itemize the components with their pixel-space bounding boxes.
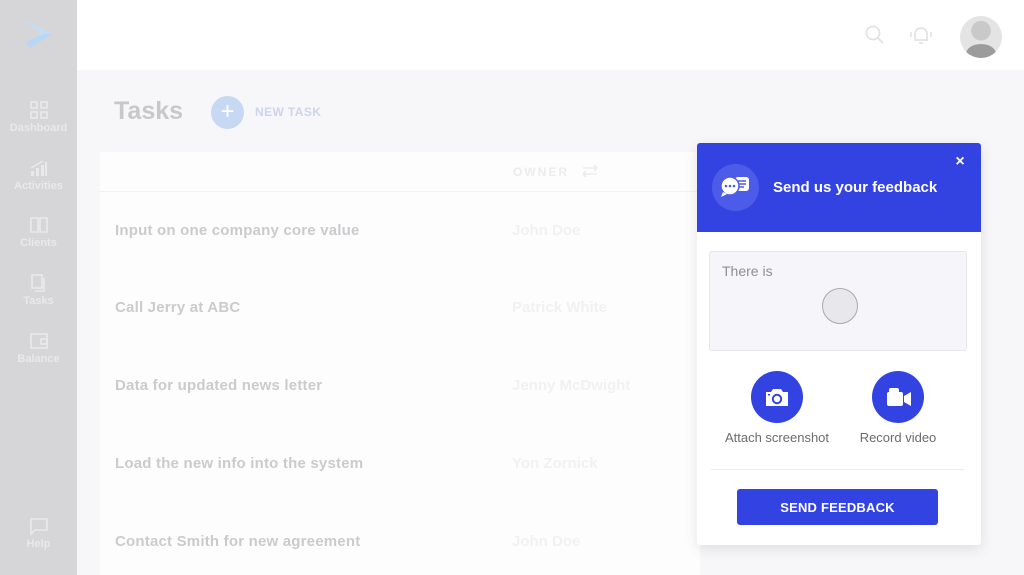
plus-icon: +: [220, 98, 235, 125]
chat-bubbles-icon: [720, 176, 749, 197]
sidebar-item-label: Help: [26, 538, 51, 550]
feedback-textarea[interactable]: There is: [709, 251, 967, 351]
video-camera-icon: [887, 388, 911, 406]
camera-icon: [766, 389, 788, 406]
new-task-label[interactable]: NEW TASK: [255, 105, 321, 119]
attach-screenshot-button[interactable]: Attach screenshot: [712, 371, 842, 445]
grid-icon: [29, 101, 48, 119]
table-row-owner: Patrick White: [512, 299, 608, 316]
sidebar-item-clients[interactable]: Clients: [0, 215, 77, 249]
sidebar-item-label: Balance: [17, 353, 60, 365]
user-avatar[interactable]: [960, 16, 1002, 58]
bar-chart-icon: [30, 160, 47, 176]
feedback-dialog-header: Send us your feedback ×: [697, 143, 981, 232]
page-title: Tasks: [114, 97, 184, 125]
table-row-task[interactable]: Data for updated news letter: [115, 377, 322, 394]
table-header-divider: [100, 191, 700, 192]
dialog-divider: [711, 469, 964, 470]
table-row-task[interactable]: Contact Smith for new agreement: [115, 533, 360, 550]
table-row-task[interactable]: Load the new info into the system: [115, 455, 363, 472]
record-video-label: Record video: [859, 430, 937, 445]
send-feedback-button[interactable]: SEND FEEDBACK: [737, 489, 938, 525]
sidebar-item-tasks[interactable]: Tasks: [0, 273, 77, 307]
attach-screenshot-label: Attach screenshot: [724, 430, 830, 445]
feedback-dialog: Send us your feedback × There is Attach …: [697, 143, 981, 545]
record-video-button[interactable]: Record video: [833, 371, 963, 445]
sidebar-item-label: Tasks: [23, 295, 54, 307]
table-row-owner: Jenny McDwight: [512, 377, 631, 394]
bell-icon[interactable]: [909, 24, 933, 46]
wallet-icon: [29, 333, 48, 349]
table-row-task[interactable]: Call Jerry at ABC: [115, 299, 240, 316]
sort-icon[interactable]: [580, 163, 600, 179]
table-row-owner: John Doe: [512, 533, 581, 550]
sidebar-item-help[interactable]: Help: [0, 516, 77, 550]
search-icon[interactable]: [864, 24, 886, 46]
book-icon: [29, 217, 48, 233]
chat-bubble-icon: [29, 518, 48, 536]
feedback-logo: [712, 164, 759, 211]
sidebar-item-activities[interactable]: Activities: [0, 158, 77, 192]
table-row-owner: John Doe: [512, 222, 581, 239]
tasks-icon: [30, 274, 45, 292]
column-header-owner[interactable]: OWNER: [513, 165, 569, 179]
feedback-dialog-title: Send us your feedback: [773, 179, 938, 196]
table-row-owner: Yon Zornick: [512, 455, 598, 472]
sidebar-item-label: Dashboard: [9, 122, 68, 134]
sidebar-item-label: Clients: [20, 237, 57, 249]
close-icon[interactable]: ×: [952, 154, 968, 170]
sidebar: Dashboard Activities Clients Tasks Balan…: [0, 0, 77, 575]
sidebar-item-balance[interactable]: Balance: [0, 331, 77, 365]
logo-icon[interactable]: [22, 16, 58, 52]
table-row-task[interactable]: Input on one company core value: [115, 222, 360, 239]
new-task-button[interactable]: +: [211, 96, 244, 129]
sidebar-item-label: Activities: [14, 180, 63, 192]
sidebar-item-dashboard[interactable]: Dashboard: [0, 100, 77, 134]
tasks-table: [100, 152, 700, 575]
